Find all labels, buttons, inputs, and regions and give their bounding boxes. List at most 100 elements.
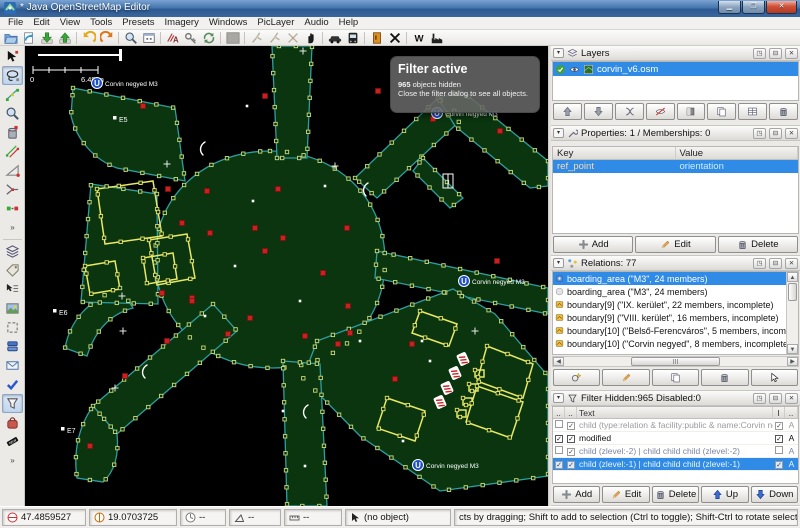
relations-vertical-scrollbar[interactable]: ▲ ▼ xyxy=(786,272,798,354)
relation-row[interactable]: boundary[9] ("VIII. kerület", 16 members… xyxy=(553,311,786,324)
upload-icon[interactable] xyxy=(56,30,73,45)
layer-move-down-button[interactable] xyxy=(584,103,613,120)
selection-panel-toggle-icon[interactable] xyxy=(2,280,23,299)
filter-add-button[interactable]: Add xyxy=(553,486,600,503)
save-icon[interactable] xyxy=(20,30,37,45)
follow-line-icon[interactable] xyxy=(302,30,319,45)
properties-shade-button[interactable]: ⊟ xyxy=(769,128,782,139)
merge-node-tool-icon[interactable] xyxy=(2,180,23,199)
filter-down-button[interactable]: Down xyxy=(751,486,798,503)
factory-preset-icon[interactable] xyxy=(428,30,445,45)
layer-row[interactable]: corvin_v6.osm xyxy=(553,62,798,76)
menu-presets[interactable]: Presets xyxy=(117,17,159,29)
property-row[interactable]: ref_point orientation xyxy=(553,160,798,173)
filter-shade-button[interactable]: ⊟ xyxy=(769,393,782,404)
lasso-tool-icon[interactable] xyxy=(2,66,23,85)
unglue-tool-icon[interactable] xyxy=(2,199,23,218)
bus-routing-icon[interactable] xyxy=(344,30,361,45)
relations-dock-button[interactable]: ◳ xyxy=(753,258,766,269)
menu-windows[interactable]: Windows xyxy=(204,17,253,29)
car-routing-icon[interactable] xyxy=(326,30,343,45)
relation-delete-button[interactable] xyxy=(701,369,748,386)
maximize-button[interactable]: ❐ xyxy=(742,1,765,14)
validator-toggle-icon[interactable] xyxy=(2,375,23,394)
frame-panel-toggle-icon[interactable] xyxy=(2,318,23,337)
layers-panel-toggle-icon[interactable] xyxy=(2,242,23,261)
filter-collapse-button[interactable]: ▾ xyxy=(553,393,564,403)
relation-row[interactable]: boundary[10] ("Belső-Ferencváros", 5 mem… xyxy=(553,324,786,337)
redo-icon[interactable] xyxy=(98,30,115,45)
filter-edit-button[interactable]: Edit xyxy=(602,486,649,503)
relations-shade-button[interactable]: ⊟ xyxy=(769,258,782,269)
relations-collapse-button[interactable]: ▾ xyxy=(553,258,564,268)
filter-row[interactable]: ✓ child (type:relation & facility:public… xyxy=(553,419,798,432)
draw-node-tool-icon[interactable] xyxy=(2,85,23,104)
close-button[interactable]: ✕ xyxy=(766,1,797,14)
delete-tool-icon[interactable] xyxy=(2,123,23,142)
relation-new-button[interactable] xyxy=(553,369,600,386)
layer-delete-button[interactable] xyxy=(769,103,798,120)
filter-dock-button[interactable]: ◳ xyxy=(753,393,766,404)
undo-icon[interactable] xyxy=(80,30,97,45)
relations-close-button[interactable]: ✕ xyxy=(785,258,798,269)
waymarked-icon[interactable]: W xyxy=(410,30,427,45)
extrude-tool-icon[interactable] xyxy=(2,161,23,180)
layer-convert-button[interactable] xyxy=(738,103,767,120)
zoom-tool-icon[interactable] xyxy=(2,104,23,123)
filter-close-button[interactable]: ✕ xyxy=(785,393,798,404)
minimap-toggle-icon[interactable] xyxy=(2,356,23,375)
menu-piclayer[interactable]: PicLayer xyxy=(252,17,299,29)
menu-view[interactable]: View xyxy=(55,17,85,29)
keys-icon[interactable] xyxy=(182,30,199,45)
layer-visibility-button[interactable] xyxy=(646,103,675,120)
download-icon[interactable] xyxy=(38,30,55,45)
layer-opacity-button[interactable] xyxy=(677,103,706,120)
more-tools-chevron[interactable]: » xyxy=(2,218,23,237)
properties-collapse-button[interactable]: ▾ xyxy=(553,128,564,138)
open-icon[interactable] xyxy=(2,30,19,45)
photo-panel-toggle-icon[interactable] xyxy=(2,299,23,318)
relation-row[interactable]: boarding_area ("M3", 24 members) xyxy=(553,272,786,285)
search-icon[interactable] xyxy=(122,30,139,45)
parallel-tool-icon[interactable] xyxy=(2,142,23,161)
relation-row[interactable]: boundary[9] ("IX. kerület", 22 members, … xyxy=(553,298,786,311)
refresh-icon[interactable] xyxy=(200,30,217,45)
filter-row[interactable]: ✓ child (zlevel:-2) | child child child … xyxy=(553,445,798,458)
property-add-button[interactable]: Add xyxy=(553,236,633,253)
properties-dock-button[interactable]: ◳ xyxy=(753,128,766,139)
filter-delete-button[interactable]: Delete xyxy=(652,486,699,503)
layer-move-up-button[interactable] xyxy=(553,103,582,120)
filter-row[interactable]: ✓ ✓ child (zlevel:-1) | child child chil… xyxy=(553,458,798,471)
layers-close-button[interactable]: ✕ xyxy=(785,48,798,59)
menu-edit[interactable]: Edit xyxy=(28,17,54,29)
properties-table-header[interactable]: Key Value xyxy=(553,147,798,160)
minimize-button[interactable]: ▁ xyxy=(718,1,741,14)
menu-imagery[interactable]: Imagery xyxy=(160,17,204,29)
relations-horizontal-scrollbar[interactable]: ◀ ▶ xyxy=(552,356,799,367)
relation-duplicate-button[interactable] xyxy=(652,369,699,386)
property-edit-button[interactable]: Edit xyxy=(635,236,715,253)
shop-preset-icon[interactable] xyxy=(2,413,23,432)
menu-tools[interactable]: Tools xyxy=(85,17,117,29)
tags-panel-toggle-icon[interactable] xyxy=(2,261,23,280)
filter-row[interactable]: ✓ ✓ modified ✓ A xyxy=(553,432,798,445)
layers-dock-button[interactable]: ◳ xyxy=(753,48,766,59)
relation-row[interactable]: boarding_area ("M3", 24 members) xyxy=(553,285,786,298)
layer-visible-eye-icon[interactable] xyxy=(569,64,580,75)
map-canvas[interactable]: 0 6.49 m xyxy=(25,46,548,506)
relation-edit-button[interactable] xyxy=(602,369,649,386)
properties-close-button[interactable]: ✕ xyxy=(785,128,798,139)
styles-icon[interactable]: A xyxy=(164,30,181,45)
imagery-blank-icon[interactable] xyxy=(224,30,241,45)
menu-audio[interactable]: Audio xyxy=(299,17,333,29)
filter-table-header[interactable]: .. .. Text I .. xyxy=(553,407,798,419)
layer-duplicate-button[interactable] xyxy=(707,103,736,120)
filter-panel-toggle-icon[interactable] xyxy=(2,394,23,413)
layers-shade-button[interactable]: ⊟ xyxy=(769,48,782,59)
menu-help[interactable]: Help xyxy=(334,17,364,29)
door-preset-icon[interactable] xyxy=(368,30,385,45)
menu-file[interactable]: File xyxy=(3,17,28,29)
new-tag-icon[interactable]: NEW xyxy=(2,432,23,451)
more-panels-chevron[interactable]: » xyxy=(2,451,23,470)
layers-collapse-button[interactable]: ▾ xyxy=(553,48,564,58)
